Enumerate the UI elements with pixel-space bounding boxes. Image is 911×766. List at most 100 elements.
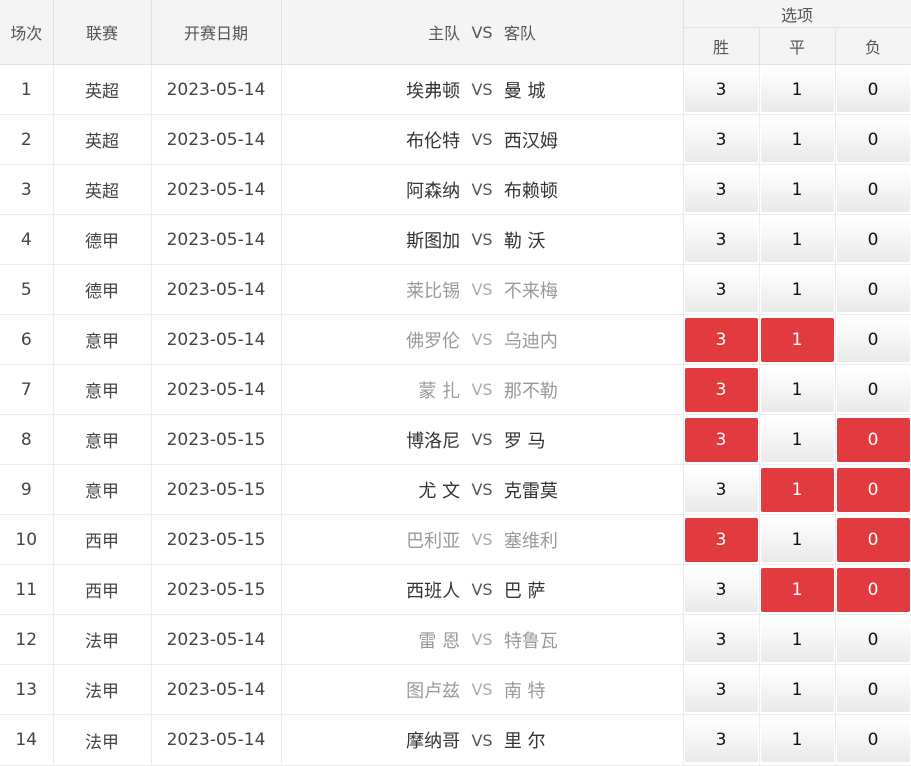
option-win-button[interactable]: 3	[684, 317, 758, 362]
header-date: 开赛日期	[151, 0, 282, 65]
match-teams: 莱比锡 VS 不来梅	[281, 264, 684, 315]
vs-label: VS	[471, 630, 493, 649]
match-teams: 雷 恩 VS 特鲁瓦	[281, 614, 684, 665]
option-draw-button[interactable]: 1	[760, 317, 834, 362]
option-win-button[interactable]: 3	[684, 267, 758, 312]
match-teams: 摩纳哥 VS 里 尔	[281, 714, 684, 766]
option-lose-button[interactable]: 0	[836, 718, 910, 762]
match-teams: 西班人 VS 巴 萨	[281, 564, 684, 615]
home-team: 蒙 扎	[418, 380, 461, 402]
option-lose-button[interactable]: 0	[836, 167, 910, 212]
match-teams: 斯图加 VS 勒 沃	[281, 214, 684, 265]
option-lose-button[interactable]: 0	[836, 117, 910, 162]
home-team: 摩纳哥	[406, 731, 461, 752]
option-draw-button[interactable]: 1	[760, 567, 834, 612]
match-date: 2023-05-14	[151, 614, 282, 665]
option-lose-button[interactable]: 0	[836, 617, 910, 662]
match-index: 1	[0, 64, 54, 115]
home-team: 布伦特	[406, 130, 461, 152]
option-win-button[interactable]: 3	[684, 217, 758, 262]
option-lose-button[interactable]: 0	[836, 667, 910, 712]
home-team: 尤 文	[418, 480, 461, 502]
away-team: 南 特	[503, 680, 546, 702]
table-header: 场次 联赛 开赛日期 主队 VS 客队 选项 胜 平 负	[0, 0, 911, 65]
league-name: 法甲	[53, 614, 152, 665]
away-team: 不来梅	[503, 280, 558, 302]
header-home: 主队	[428, 24, 461, 43]
option-lose-button[interactable]: 0	[836, 367, 910, 412]
header-opt-win: 胜	[683, 27, 760, 65]
away-team: 西汉姆	[503, 130, 558, 152]
match-index: 8	[0, 414, 54, 465]
option-win-button[interactable]: 3	[684, 718, 758, 762]
option-win-button[interactable]: 3	[684, 167, 758, 212]
league-name: 西甲	[53, 564, 152, 615]
match-date: 2023-05-14	[151, 664, 282, 715]
table-row: 13 法甲 2023-05-14 图卢兹 VS 南 特 3 1 0	[0, 664, 911, 715]
match-index: 14	[0, 714, 54, 766]
option-win-button[interactable]: 3	[684, 517, 758, 562]
table-row: 6 意甲 2023-05-14 佛罗伦 VS 乌迪内 3 1 0	[0, 314, 911, 365]
option-draw-button[interactable]: 1	[760, 67, 834, 112]
league-name: 意甲	[53, 364, 152, 415]
option-draw-button[interactable]: 1	[760, 417, 834, 462]
match-teams: 布伦特 VS 西汉姆	[281, 114, 684, 165]
option-win-button[interactable]: 3	[684, 467, 758, 512]
table-row: 1 英超 2023-05-14 埃弗顿 VS 曼 城 3 1 0	[0, 64, 911, 115]
option-draw-button[interactable]: 1	[760, 267, 834, 312]
match-teams: 蒙 扎 VS 那不勒	[281, 364, 684, 415]
option-lose-button[interactable]: 0	[836, 267, 910, 312]
option-win-button[interactable]: 3	[684, 567, 758, 612]
vs-label: VS	[471, 80, 493, 99]
match-index: 7	[0, 364, 54, 415]
option-lose-button[interactable]: 0	[836, 67, 910, 112]
league-name: 法甲	[53, 714, 152, 766]
option-draw-button[interactable]: 1	[760, 117, 834, 162]
option-draw-button[interactable]: 1	[760, 667, 834, 712]
away-team: 塞维利	[503, 530, 558, 552]
option-lose-button[interactable]: 0	[836, 567, 910, 612]
away-team: 巴 萨	[503, 580, 546, 602]
option-lose-button[interactable]: 0	[836, 217, 910, 262]
league-name: 德甲	[53, 264, 152, 315]
option-win-button[interactable]: 3	[684, 667, 758, 712]
option-draw-button[interactable]: 1	[760, 517, 834, 562]
option-draw-button[interactable]: 1	[760, 217, 834, 262]
vs-label: VS	[471, 130, 493, 149]
away-team: 布赖顿	[503, 180, 558, 202]
option-draw-button[interactable]: 1	[760, 367, 834, 412]
away-team: 特鲁瓦	[503, 630, 558, 652]
match-index: 3	[0, 164, 54, 215]
league-name: 意甲	[53, 414, 152, 465]
option-lose-button[interactable]: 0	[836, 467, 910, 512]
option-lose-button[interactable]: 0	[836, 317, 910, 362]
option-draw-button[interactable]: 1	[760, 617, 834, 662]
option-lose-button[interactable]: 0	[836, 517, 910, 562]
table-row: 2 英超 2023-05-14 布伦特 VS 西汉姆 3 1 0	[0, 114, 911, 165]
option-win-button[interactable]: 3	[684, 117, 758, 162]
option-win-button[interactable]: 3	[684, 417, 758, 462]
vs-label: VS	[471, 380, 493, 399]
header-away: 客队	[503, 24, 536, 43]
option-win-button[interactable]: 3	[684, 67, 758, 112]
match-date: 2023-05-14	[151, 714, 282, 766]
option-win-button[interactable]: 3	[684, 367, 758, 412]
match-date: 2023-05-14	[151, 164, 282, 215]
option-win-button[interactable]: 3	[684, 617, 758, 662]
home-team: 阿森纳	[406, 180, 461, 202]
match-index: 12	[0, 614, 54, 665]
home-team: 雷 恩	[418, 630, 461, 652]
table-row: 9 意甲 2023-05-15 尤 文 VS 克雷莫 3 1 0	[0, 464, 911, 515]
away-team: 曼 城	[503, 80, 546, 102]
option-draw-button[interactable]: 1	[760, 467, 834, 512]
match-date: 2023-05-14	[151, 264, 282, 315]
vs-label: VS	[471, 730, 493, 750]
option-draw-button[interactable]: 1	[760, 167, 834, 212]
option-draw-button[interactable]: 1	[760, 718, 834, 762]
option-lose-button[interactable]: 0	[836, 417, 910, 462]
vs-label: VS	[471, 230, 493, 249]
home-team: 图卢兹	[406, 680, 461, 702]
table-row: 5 德甲 2023-05-14 莱比锡 VS 不来梅 3 1 0	[0, 264, 911, 315]
home-team: 埃弗顿	[406, 80, 461, 102]
home-team: 巴利亚	[406, 530, 461, 552]
